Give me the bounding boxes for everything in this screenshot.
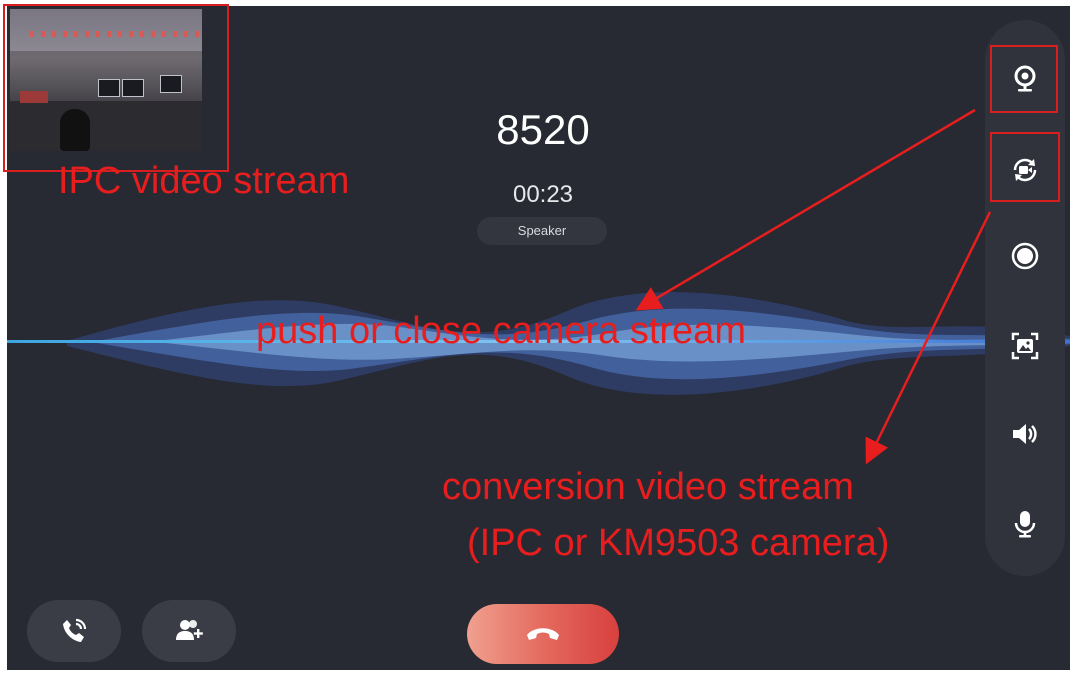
hangup-button[interactable]: [467, 604, 619, 664]
record-icon: [1011, 242, 1039, 270]
annotation-push-close: push or close camera stream: [256, 310, 746, 352]
switch-camera-highlight-box: [990, 132, 1060, 202]
annotation-conversion-title: conversion video stream: [442, 466, 854, 508]
call-transfer-button[interactable]: [27, 600, 121, 662]
audio-route-badge[interactable]: Speaker: [477, 217, 607, 245]
screenshot-icon: [1011, 332, 1039, 360]
hangup-icon: [527, 628, 559, 640]
add-participant-button[interactable]: [142, 600, 236, 662]
screenshot-button[interactable]: [985, 320, 1065, 372]
annotation-ipc-stream: IPC video stream: [58, 160, 350, 202]
call-timer: 00:23: [512, 181, 574, 208]
volume-button[interactable]: [985, 408, 1065, 460]
call-transfer-icon: [63, 618, 87, 642]
annotation-conversion-detail: (IPC or KM9503 camera): [467, 522, 890, 564]
ipc-highlight-box: [3, 4, 229, 172]
volume-icon: [1013, 424, 1037, 444]
microphone-button[interactable]: [985, 498, 1065, 550]
add-user-icon: [176, 620, 203, 640]
microphone-icon: [1014, 511, 1036, 538]
record-button[interactable]: [985, 230, 1065, 282]
call-number: 8520: [496, 106, 590, 153]
webcam-highlight-box: [990, 45, 1058, 113]
